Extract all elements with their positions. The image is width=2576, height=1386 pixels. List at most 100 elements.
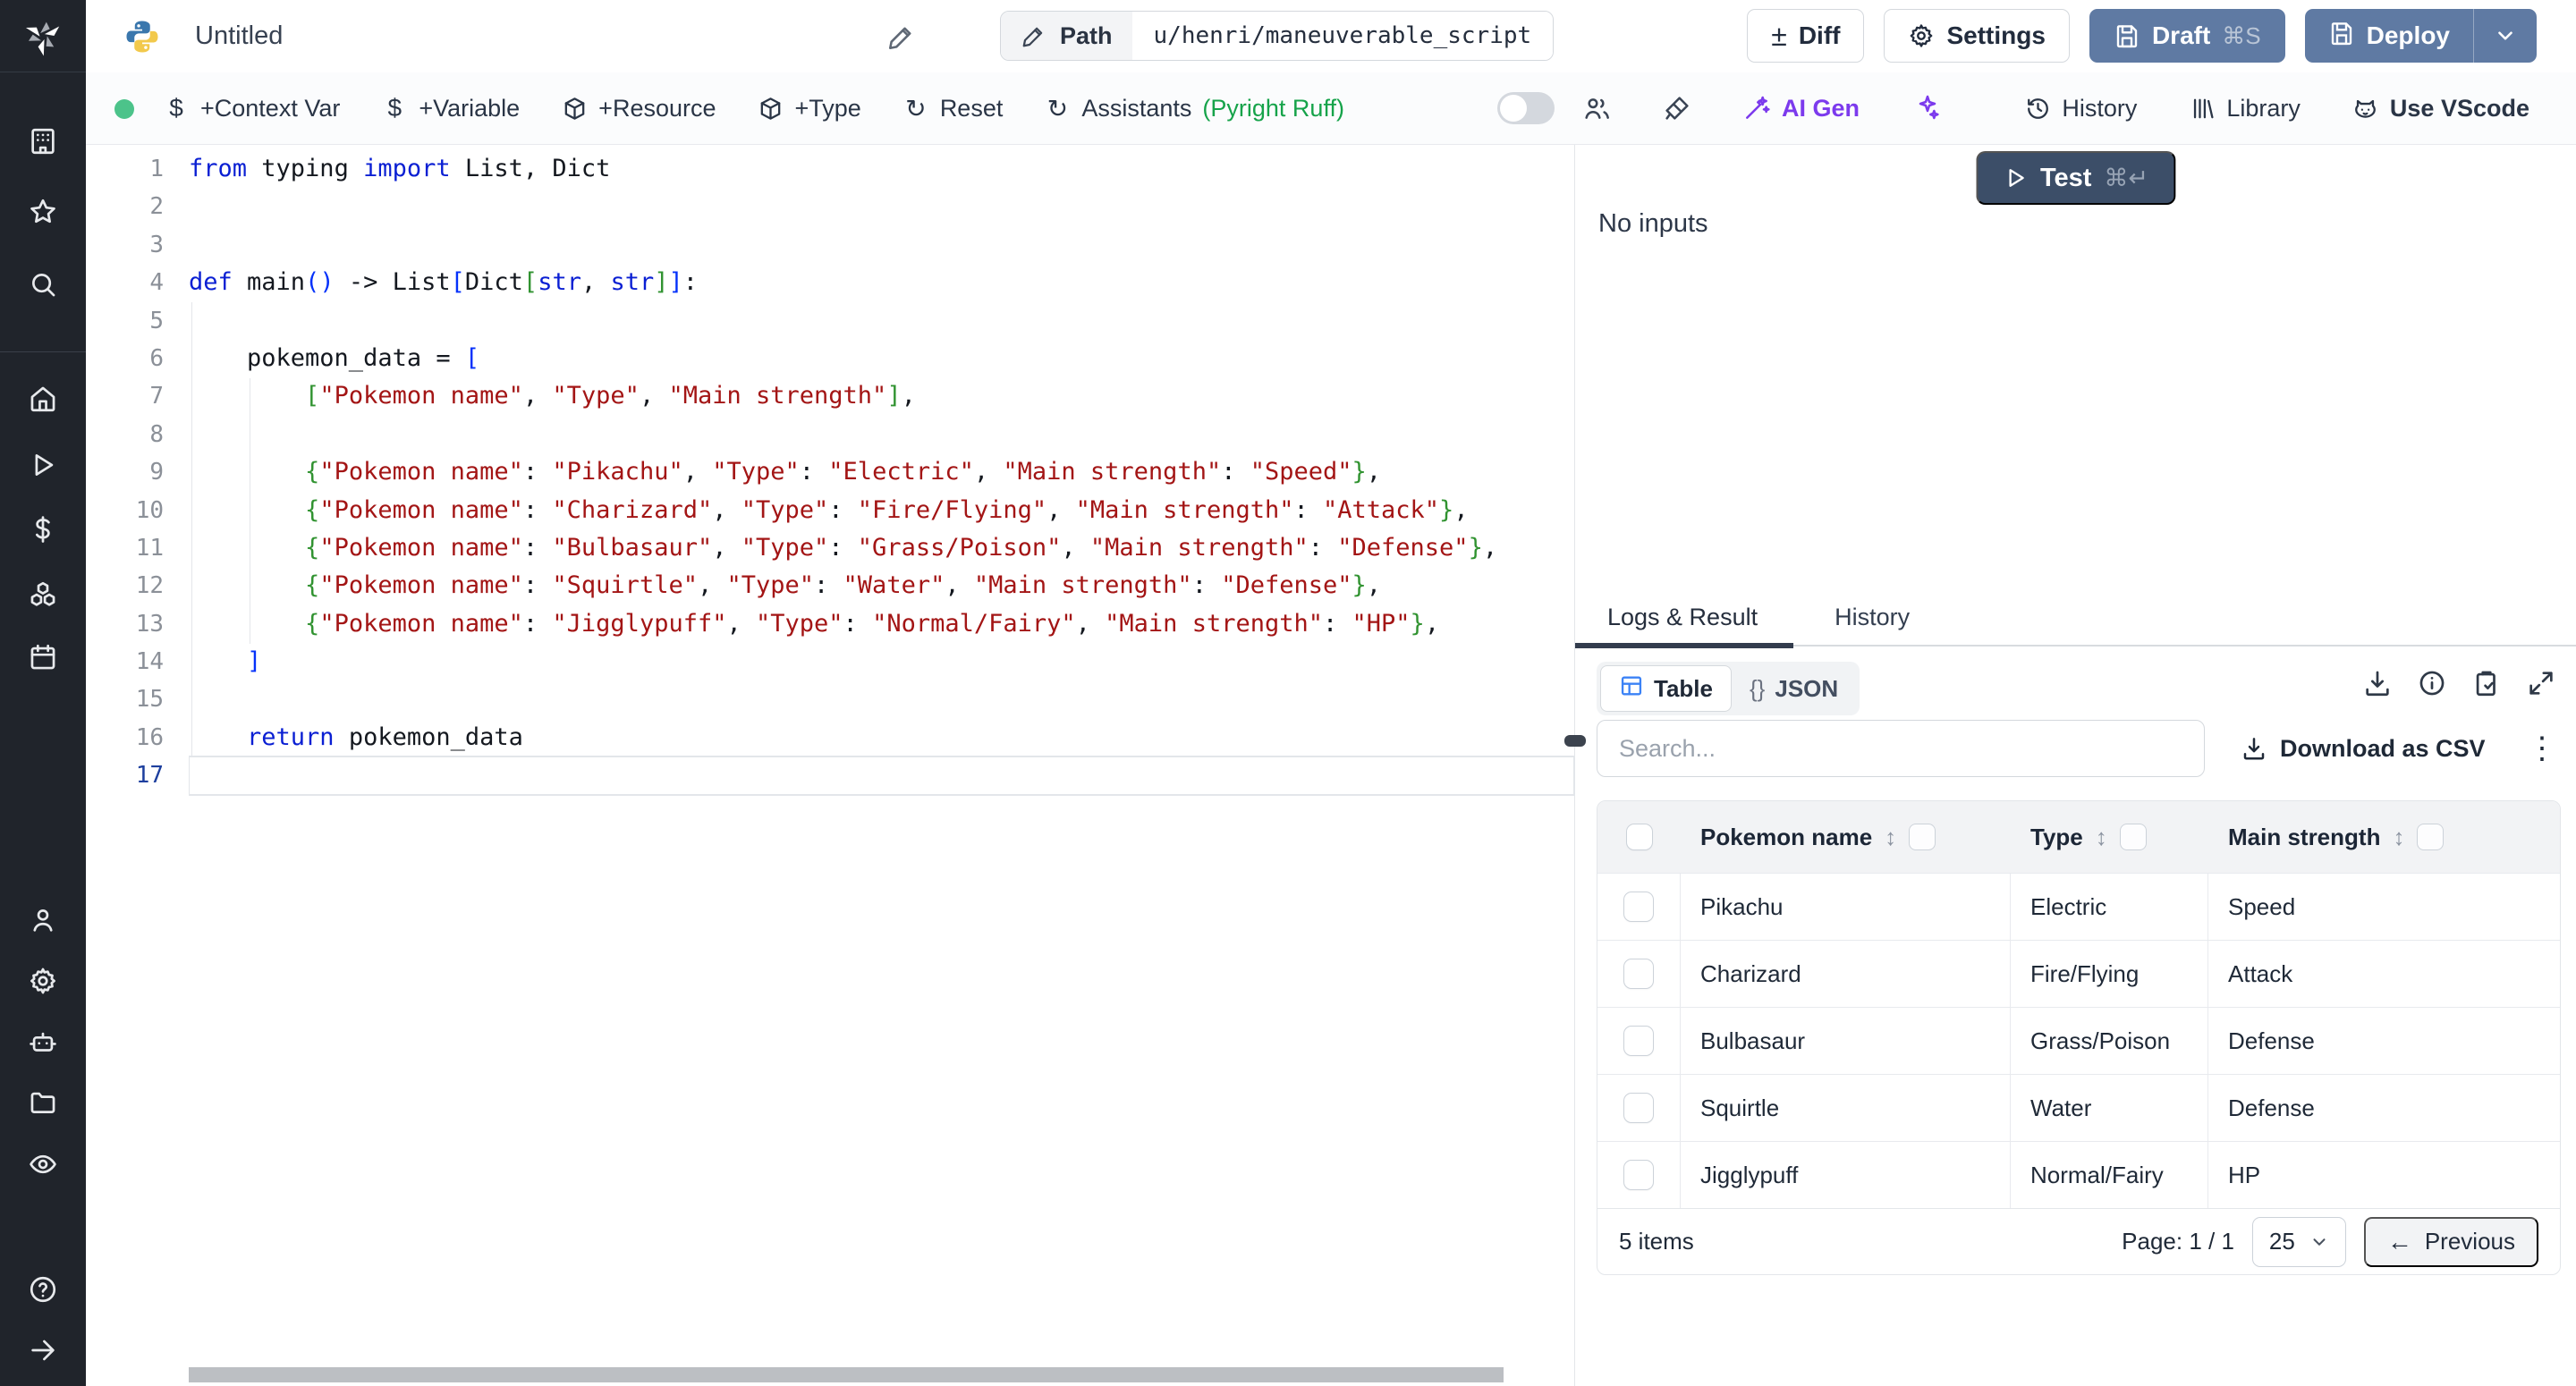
sort-icon[interactable]: ↕ [2096,824,2107,851]
building-icon[interactable] [26,124,60,158]
sort-icon[interactable]: ↕ [2393,824,2404,851]
add-context-var-button[interactable]: $ +Context Var [163,95,340,123]
code-line[interactable]: return pokemon_data [189,719,1574,756]
deploy-dropdown-button[interactable] [2474,9,2537,63]
code-line[interactable] [189,756,1574,794]
code-line[interactable] [189,680,1574,718]
editor-horizontal-scrollbar[interactable] [189,1367,1504,1382]
library-button[interactable]: Library [2189,95,2301,123]
copy-clipboard-icon[interactable] [2471,668,2502,698]
add-resource-button[interactable]: +Resource [561,95,716,123]
format-brush-icon[interactable] [1662,93,1692,123]
resources-cubes-icon[interactable] [26,578,60,612]
library-books-icon [2189,95,2216,122]
favorites-star-icon[interactable] [26,195,60,229]
row-checkbox[interactable] [1623,892,1654,922]
collapse-arrow-icon[interactable] [26,1333,60,1367]
assistants-button[interactable]: ↻ Assistants (Pyright Ruff) [1044,95,1344,123]
users-icon[interactable] [26,903,60,937]
panel-resize-handle[interactable] [1564,735,1586,747]
row-checkbox[interactable] [1623,959,1654,989]
column-filter-toggle[interactable] [1909,824,1936,850]
code-line[interactable] [189,226,1574,264]
row-checkbox[interactable] [1623,1160,1654,1190]
home-icon[interactable] [26,382,60,416]
code-line[interactable] [189,302,1574,340]
code-line[interactable]: {"Pokemon name": "Pikachu", "Type": "Ele… [189,453,1574,491]
code-editor[interactable]: 1234567891011121314151617 from typing im… [86,145,1574,1386]
code-line[interactable]: {"Pokemon name": "Jigglypuff", "Type": "… [189,605,1574,643]
code-line[interactable]: def main() -> List[Dict[str, str]]: [189,264,1574,301]
row-checkbox[interactable] [1623,1093,1654,1123]
kebab-menu-icon[interactable]: ⋮ [2527,733,2557,764]
line-number: 4 [86,264,189,301]
deploy-button[interactable]: Deploy [2305,9,2473,63]
settings-gear-icon[interactable] [26,964,60,998]
search-icon[interactable] [26,267,60,301]
reset-button[interactable]: ↻ Reset [902,95,1004,123]
code-line[interactable]: {"Pokemon name": "Bulbasaur", "Type": "G… [189,529,1574,567]
people-icon[interactable] [1581,93,1612,123]
library-label: Library [2226,95,2301,123]
runs-play-icon[interactable] [26,448,60,482]
collab-toggle[interactable] [1497,92,1555,124]
tab-history[interactable]: History [1808,590,1936,645]
sort-icon[interactable]: ↕ [1885,824,1896,851]
code-line[interactable]: {"Pokemon name": "Squirtle", "Type": "Wa… [189,567,1574,604]
draft-label: Draft [2152,21,2210,50]
view-json-option[interactable]: {} JSON [1732,665,1856,712]
tab-logs-result[interactable]: Logs & Result [1575,590,1793,645]
row-checkbox[interactable] [1623,1026,1654,1056]
select-all-checkbox[interactable] [1626,824,1653,850]
path-field[interactable]: Path u/henri/maneuverable_script [1000,11,1554,61]
use-vscode-button[interactable]: Use VScode [2352,95,2529,123]
help-icon[interactable] [26,1272,60,1306]
line-number: 15 [86,680,189,718]
path-value[interactable]: u/henri/maneuverable_script [1132,12,1554,60]
test-label: Test [2040,164,2091,193]
info-icon[interactable] [2417,668,2447,698]
table-cell: Electric [2030,893,2106,921]
variables-dollar-icon[interactable] [26,512,60,546]
audit-eye-icon[interactable] [26,1147,60,1181]
edit-summary-pencil-icon[interactable] [886,21,917,52]
editor-code-area[interactable]: from typing import List, Dict def main()… [189,145,1574,1386]
column-filter-toggle[interactable] [2417,824,2444,850]
download-csv-button[interactable]: Download as CSV [2241,735,2486,763]
view-table-option[interactable]: Table [1600,665,1732,712]
add-type-button[interactable]: +Type [758,95,861,123]
code-line[interactable]: pokemon_data = [ [189,340,1574,377]
assistants-detail: (Pyright Ruff) [1202,95,1344,123]
table-search-input[interactable] [1597,720,2205,777]
column-filter-toggle[interactable] [2120,824,2147,850]
toolbar-right-group: History Library Use VScode [2024,72,2529,144]
code-line[interactable] [189,188,1574,225]
windmill-logo[interactable] [0,0,86,72]
chevron-down-icon [2494,24,2517,47]
diff-button[interactable]: ± Diff [1747,9,1864,63]
test-run-button[interactable]: Test ⌘↵ [1976,151,2175,205]
download-icon[interactable] [2362,668,2393,698]
page-size-select[interactable]: 25 [2252,1217,2346,1267]
code-line[interactable]: ] [189,643,1574,680]
code-line[interactable] [189,416,1574,453]
ai-gen-button[interactable]: AI Gen [1742,94,1860,123]
package-icon [561,95,588,122]
code-line[interactable]: ["Pokemon name", "Type", "Main strength"… [189,377,1574,415]
code-line[interactable]: from typing import List, Dict [189,150,1574,188]
expand-fullscreen-icon[interactable] [2526,668,2556,698]
history-button[interactable]: History [2024,95,2137,123]
add-variable-button[interactable]: $ +Variable [381,95,520,123]
previous-page-button[interactable]: ← Previous [2364,1217,2538,1267]
ai-gen-label: AI Gen [1782,95,1860,123]
folders-icon[interactable] [26,1086,60,1120]
settings-button[interactable]: Settings [1884,9,2069,63]
code-line[interactable]: {"Pokemon name": "Charizard", "Type": "F… [189,492,1574,529]
app-window: Untitled Path u/henri/maneuverable_scrip… [0,0,2576,1386]
sparkles-icon[interactable] [1913,93,1944,123]
edit-path-pencil-icon [1021,22,1047,49]
diff-icon: ± [1771,21,1787,50]
draft-button[interactable]: Draft ⌘S [2089,9,2285,63]
schedules-calendar-icon[interactable] [26,640,60,674]
workers-robot-icon[interactable] [26,1026,60,1060]
